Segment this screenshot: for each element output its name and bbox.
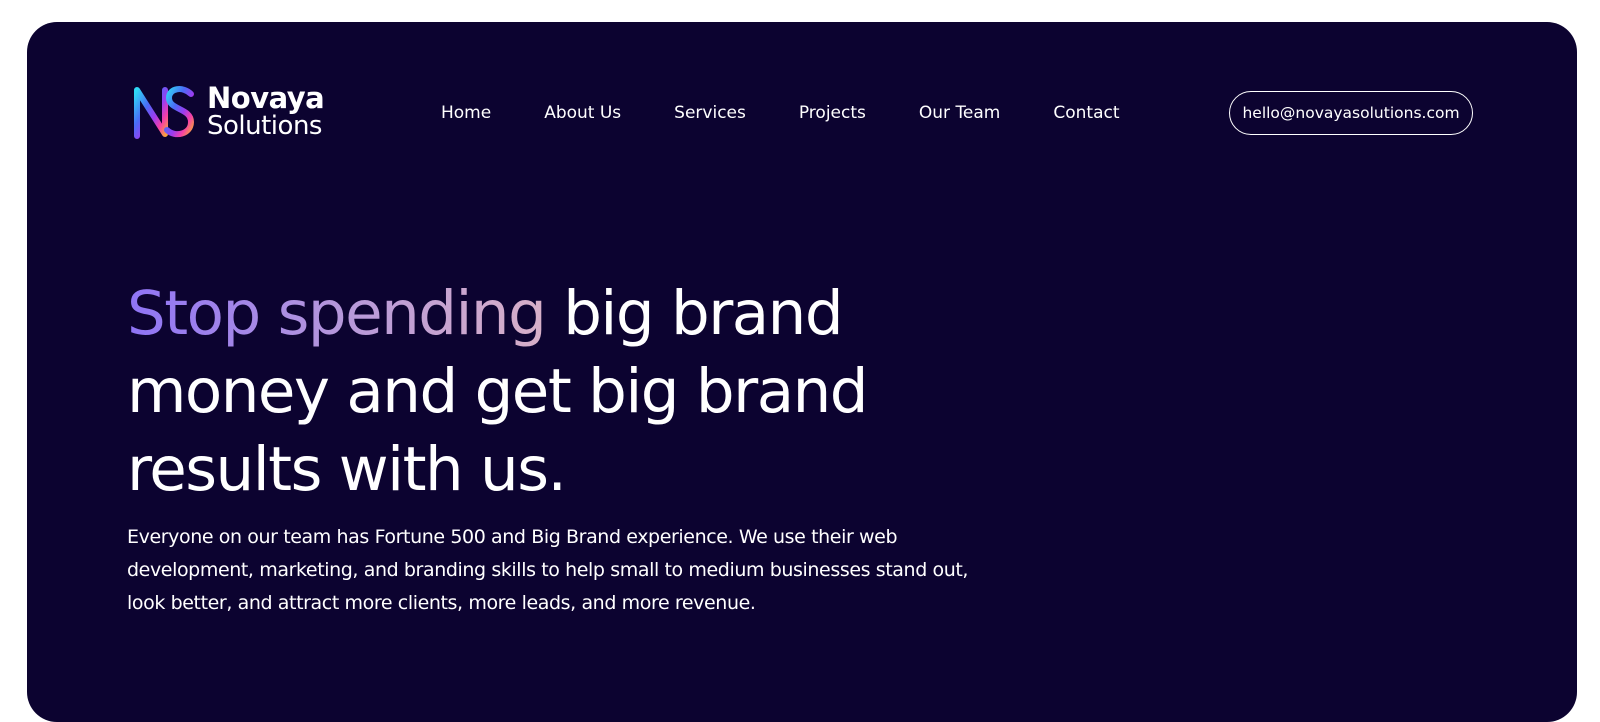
ns-monogram-icon: [134, 86, 195, 139]
nav-link-our-team[interactable]: Our Team: [919, 103, 1000, 123]
nav-link-services[interactable]: Services: [674, 103, 746, 123]
nav-item: Projects: [799, 102, 919, 124]
nav-item: Our Team: [919, 102, 1053, 124]
site-logo[interactable]: Novaya Solutions: [131, 81, 325, 142]
hero-headline: Stop spending big brand money and get bi…: [127, 275, 987, 509]
nav-link-projects[interactable]: Projects: [799, 103, 866, 123]
nav-item: Services: [674, 102, 799, 124]
nav-link-about-us[interactable]: About Us: [544, 103, 621, 123]
hero-section: Novaya Solutions Home About Us Services …: [27, 22, 1577, 722]
email-contact-button[interactable]: hello@novayasolutions.com: [1229, 91, 1473, 135]
nav-item: Home: [441, 102, 544, 124]
main-nav: Home About Us Services Projects Our Team…: [441, 102, 1120, 124]
nav-item: About Us: [544, 102, 674, 124]
hero-subtext: Everyone on our team has Fortune 500 and…: [127, 526, 969, 614]
logo-wordmark: Novaya Solutions: [207, 81, 325, 141]
nav-link-home[interactable]: Home: [441, 103, 491, 123]
logo-name-line1: Novaya: [207, 81, 325, 115]
nav-link-contact[interactable]: Contact: [1053, 103, 1119, 123]
logo-name-line2: Solutions: [207, 111, 322, 141]
nav-item: Contact: [1053, 102, 1119, 124]
hero-headline-accent: Stop spending: [127, 278, 547, 349]
